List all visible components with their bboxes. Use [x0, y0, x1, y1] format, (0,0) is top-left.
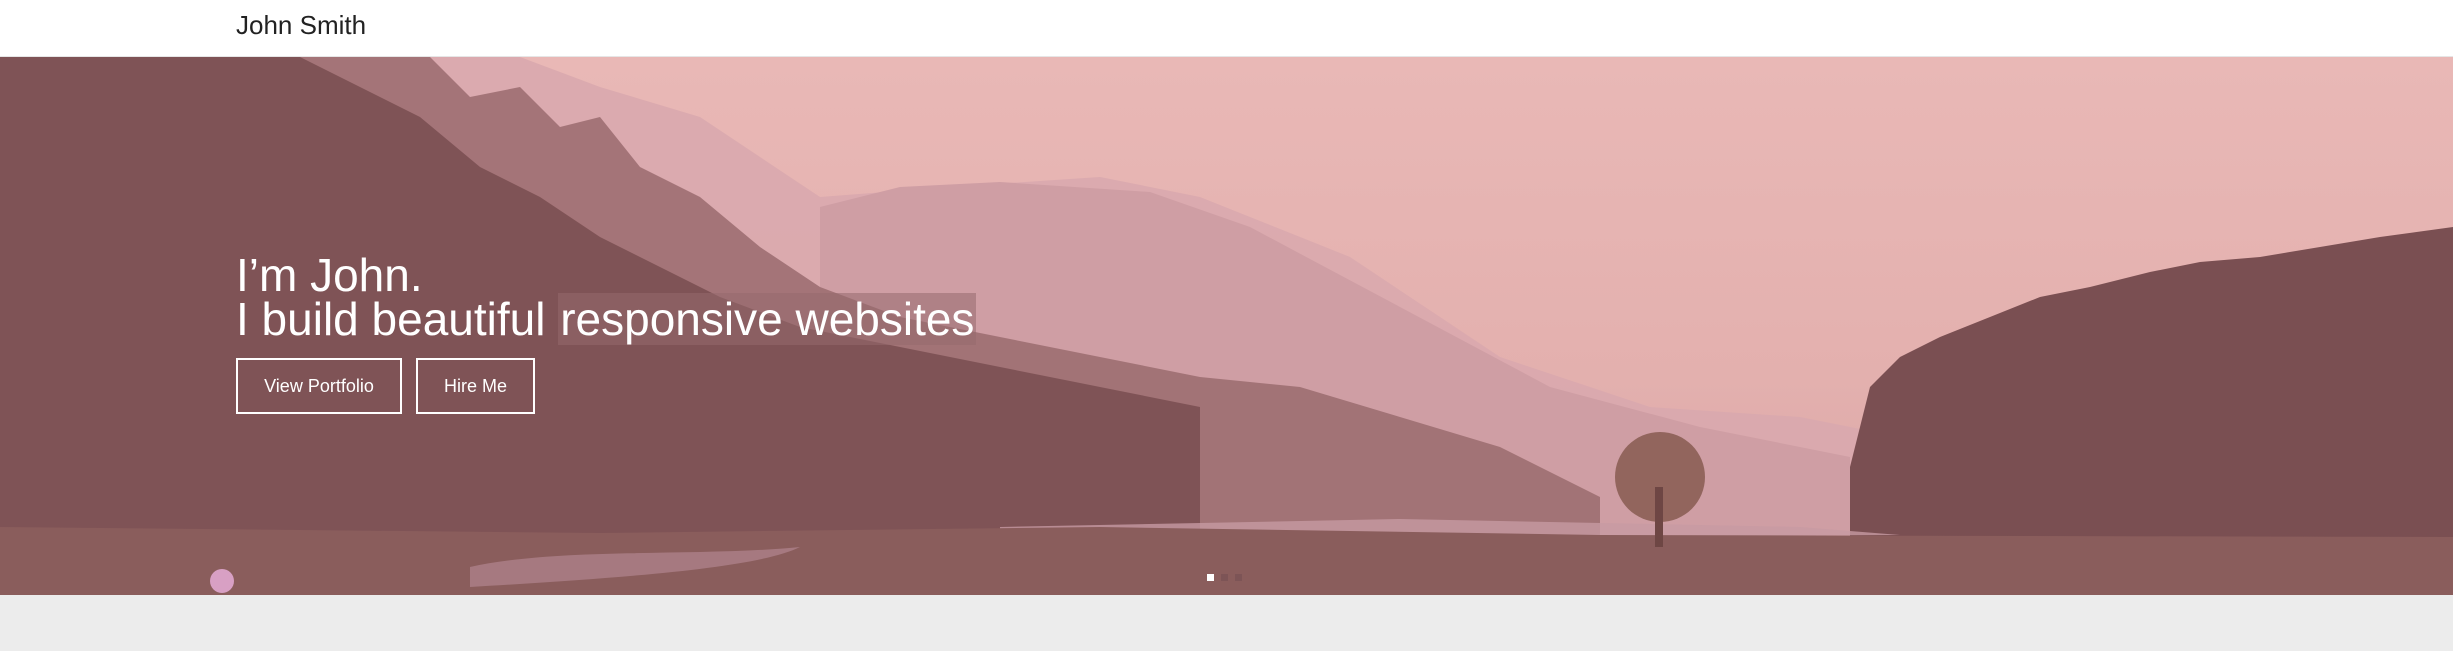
slider-pagination [1207, 574, 1242, 581]
brand-link[interactable]: John Smith [236, 10, 366, 41]
hero-tagline: I build beautiful responsive websites [236, 292, 977, 345]
hero-greeting: I’m John. [236, 248, 423, 301]
hero-tagline-prefix: I build beautiful [236, 292, 546, 345]
slider-dot-3[interactable] [1235, 574, 1242, 581]
slider-dot-1[interactable] [1207, 574, 1214, 581]
view-portfolio-button[interactable]: View Portfolio [236, 358, 402, 414]
hero-banner: I’m John. I build beautiful responsive w… [0, 57, 2453, 595]
hire-me-button[interactable]: Hire Me [416, 358, 535, 414]
hero-tagline-highlight: responsive websites [558, 292, 977, 345]
navbar: John Smith [0, 0, 2453, 57]
hero-headline: I’m John. I build beautiful responsive w… [236, 248, 977, 345]
content-section [0, 595, 2453, 651]
slider-dot-2[interactable] [1221, 574, 1228, 581]
